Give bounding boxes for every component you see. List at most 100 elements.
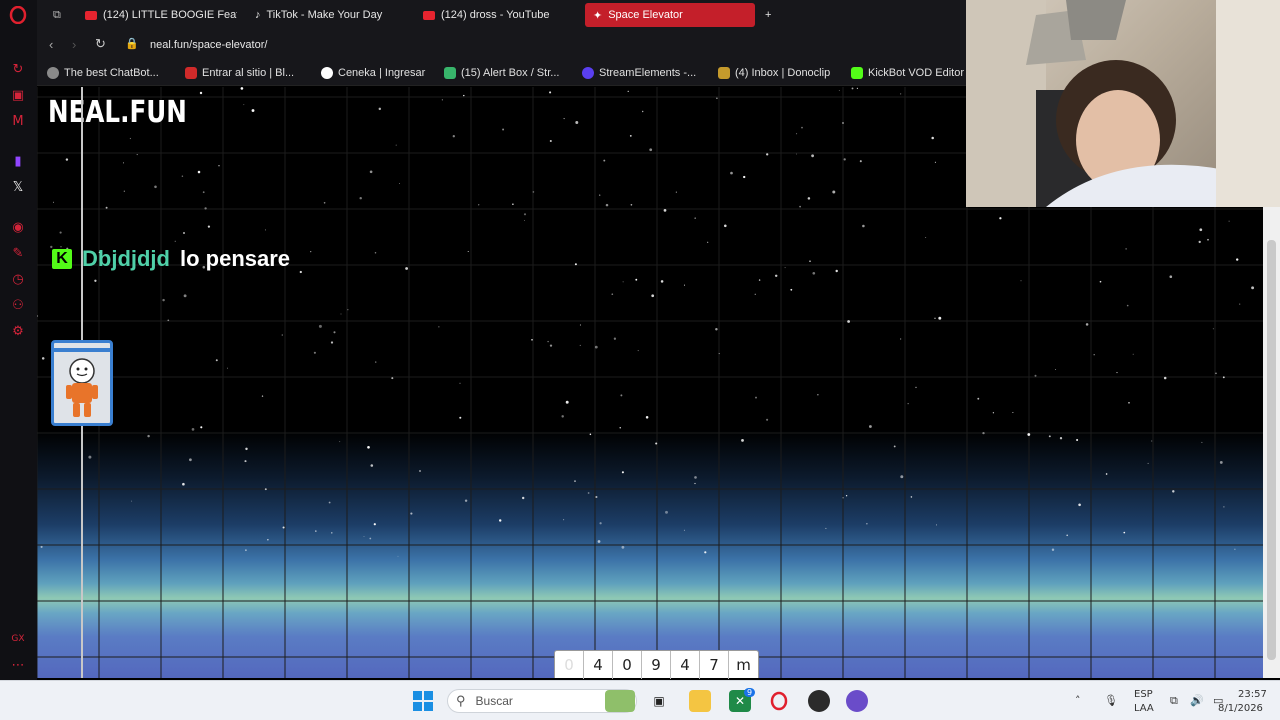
star [181,175,184,178]
star [809,260,811,262]
star [523,213,527,216]
file-explorer-icon[interactable] [689,690,711,712]
star [715,328,718,331]
star [1147,462,1149,464]
star [1215,372,1217,375]
scrollbar-thumb[interactable] [1267,240,1276,660]
history-icon[interactable]: ◷ [9,270,27,288]
star [868,425,872,428]
discord-icon[interactable] [846,690,868,712]
star [934,317,936,319]
star [766,418,769,421]
tray-chevron-icon[interactable]: ˄ [1075,694,1081,707]
settings-icon[interactable]: ⚙ [9,322,27,340]
tab-item[interactable]: (124) LITTLE BOOGIE Feat. [77,3,237,27]
star [189,458,192,462]
star [199,91,203,95]
search-icon: ⚲ [456,693,466,708]
star [359,196,362,200]
tab-item-active[interactable]: ✦ Space Elevator [585,3,755,27]
star [1012,411,1014,414]
star [1093,353,1095,356]
tab-snap-icon[interactable]: ⧉ [45,3,69,27]
star [866,523,868,525]
clock-time[interactable]: 23:57 [1238,689,1267,700]
youtube-icon [423,10,435,20]
star [410,512,413,515]
search-highlight-icon[interactable] [605,690,635,712]
tiktok-icon: ♪ [255,9,261,21]
star [147,434,150,438]
star [574,480,576,482]
bookmark-item[interactable]: Entrar al sitio | Bl... [185,64,294,82]
star [531,339,533,341]
tab-title: TikTok - Make Your Day [266,9,383,21]
star [498,519,502,522]
twitch-icon[interactable]: ▮ [9,152,27,170]
star [1163,376,1167,380]
task-view-icon[interactable]: ▣ [648,690,670,712]
star [1223,506,1225,508]
bookmark-item[interactable]: KickBot VOD Editor [851,64,964,82]
bookmark-item[interactable]: StreamElements -... [582,64,696,82]
keyboard-layout[interactable]: LAA [1134,703,1154,714]
star [910,496,913,498]
bookmark-label: KickBot VOD Editor [868,67,964,79]
opera-gx-icon[interactable] [768,690,790,712]
microphone-icon[interactable]: 🎙 [1104,694,1118,707]
tab-item[interactable]: (124) dross - YouTube [415,3,575,27]
star [1123,531,1126,534]
gx-icon[interactable]: GX [9,630,27,648]
star [563,118,565,120]
bookmark-item[interactable]: (4) Inbox | Donoclip [718,64,830,82]
star [724,224,727,228]
gmail-icon[interactable]: M [9,112,27,130]
star [1199,228,1203,232]
tab-item[interactable]: ♪ TikTok - Make Your Day [247,3,407,27]
bookmark-item[interactable]: Ceneka | Ingresar [321,64,425,82]
new-tab-button[interactable]: + [757,3,779,27]
star [663,209,667,212]
star [651,294,655,298]
site-logo[interactable]: NEAL.FUN [48,95,187,130]
reload-icon[interactable]: ↻ [95,36,106,52]
star [218,165,220,167]
star [251,109,255,112]
star [755,396,757,399]
star [832,190,836,194]
forward-icon[interactable]: › [72,37,76,52]
x-icon[interactable]: 𝕏 [9,178,27,196]
star [1085,323,1089,326]
more-icon[interactable]: ⋯ [9,656,27,674]
star [215,359,218,362]
clock-date[interactable]: 8/1/2026 [1218,703,1263,714]
star [1027,433,1031,436]
extensions-icon[interactable]: ⚇ [9,296,27,314]
url-field[interactable]: neal.fun/space-elevator/ [150,39,267,51]
star [1048,435,1051,438]
aria-icon[interactable]: ↻ [9,60,27,78]
opera-logo-icon[interactable] [9,6,27,24]
star [94,279,97,282]
network-icon[interactable]: ⧉ [1170,694,1178,708]
star [374,252,377,254]
star [438,326,440,328]
messenger-icon[interactable]: ▣ [9,86,27,104]
back-icon[interactable]: ‹ [49,37,53,52]
obs-icon[interactable] [808,690,830,712]
language-indicator[interactable]: ESP [1134,689,1153,700]
bookmark-label: StreamElements -... [599,67,697,79]
star [522,496,525,500]
star [129,137,131,140]
windows-start-icon[interactable] [412,690,434,712]
bookmark-item[interactable]: (15) Alert Box / Str... [444,64,559,82]
star [842,497,844,499]
star [397,555,399,557]
bookmark-item[interactable]: The best ChatBot... [47,64,159,82]
star [931,136,934,140]
star [243,104,245,106]
pinboard-icon[interactable]: ✎ [9,244,27,262]
volume-icon[interactable]: 🔊 [1190,694,1204,707]
star [694,217,696,219]
player-icon[interactable]: ◉ [9,218,27,236]
